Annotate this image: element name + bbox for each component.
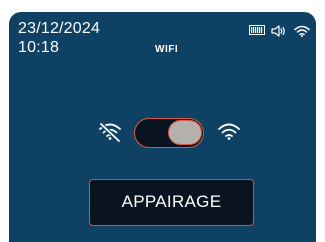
battery-icon — [249, 25, 265, 35]
wifi-screen: 23/12/2024 10:18 WIFI APPAIRAGE — [9, 12, 316, 242]
wifi-on-icon — [217, 122, 241, 142]
time-display: 10:18 — [18, 39, 60, 56]
wifi-off-icon — [98, 122, 122, 142]
volume-icon — [271, 25, 287, 37]
page-title: WIFI — [155, 44, 179, 55]
toggle-knob[interactable] — [168, 120, 202, 145]
pair-button[interactable]: APPAIRAGE — [89, 179, 254, 226]
date-display: 23/12/2024 — [18, 20, 101, 37]
wifi-toggle[interactable] — [134, 118, 204, 148]
wifi-status-icon — [294, 25, 310, 37]
